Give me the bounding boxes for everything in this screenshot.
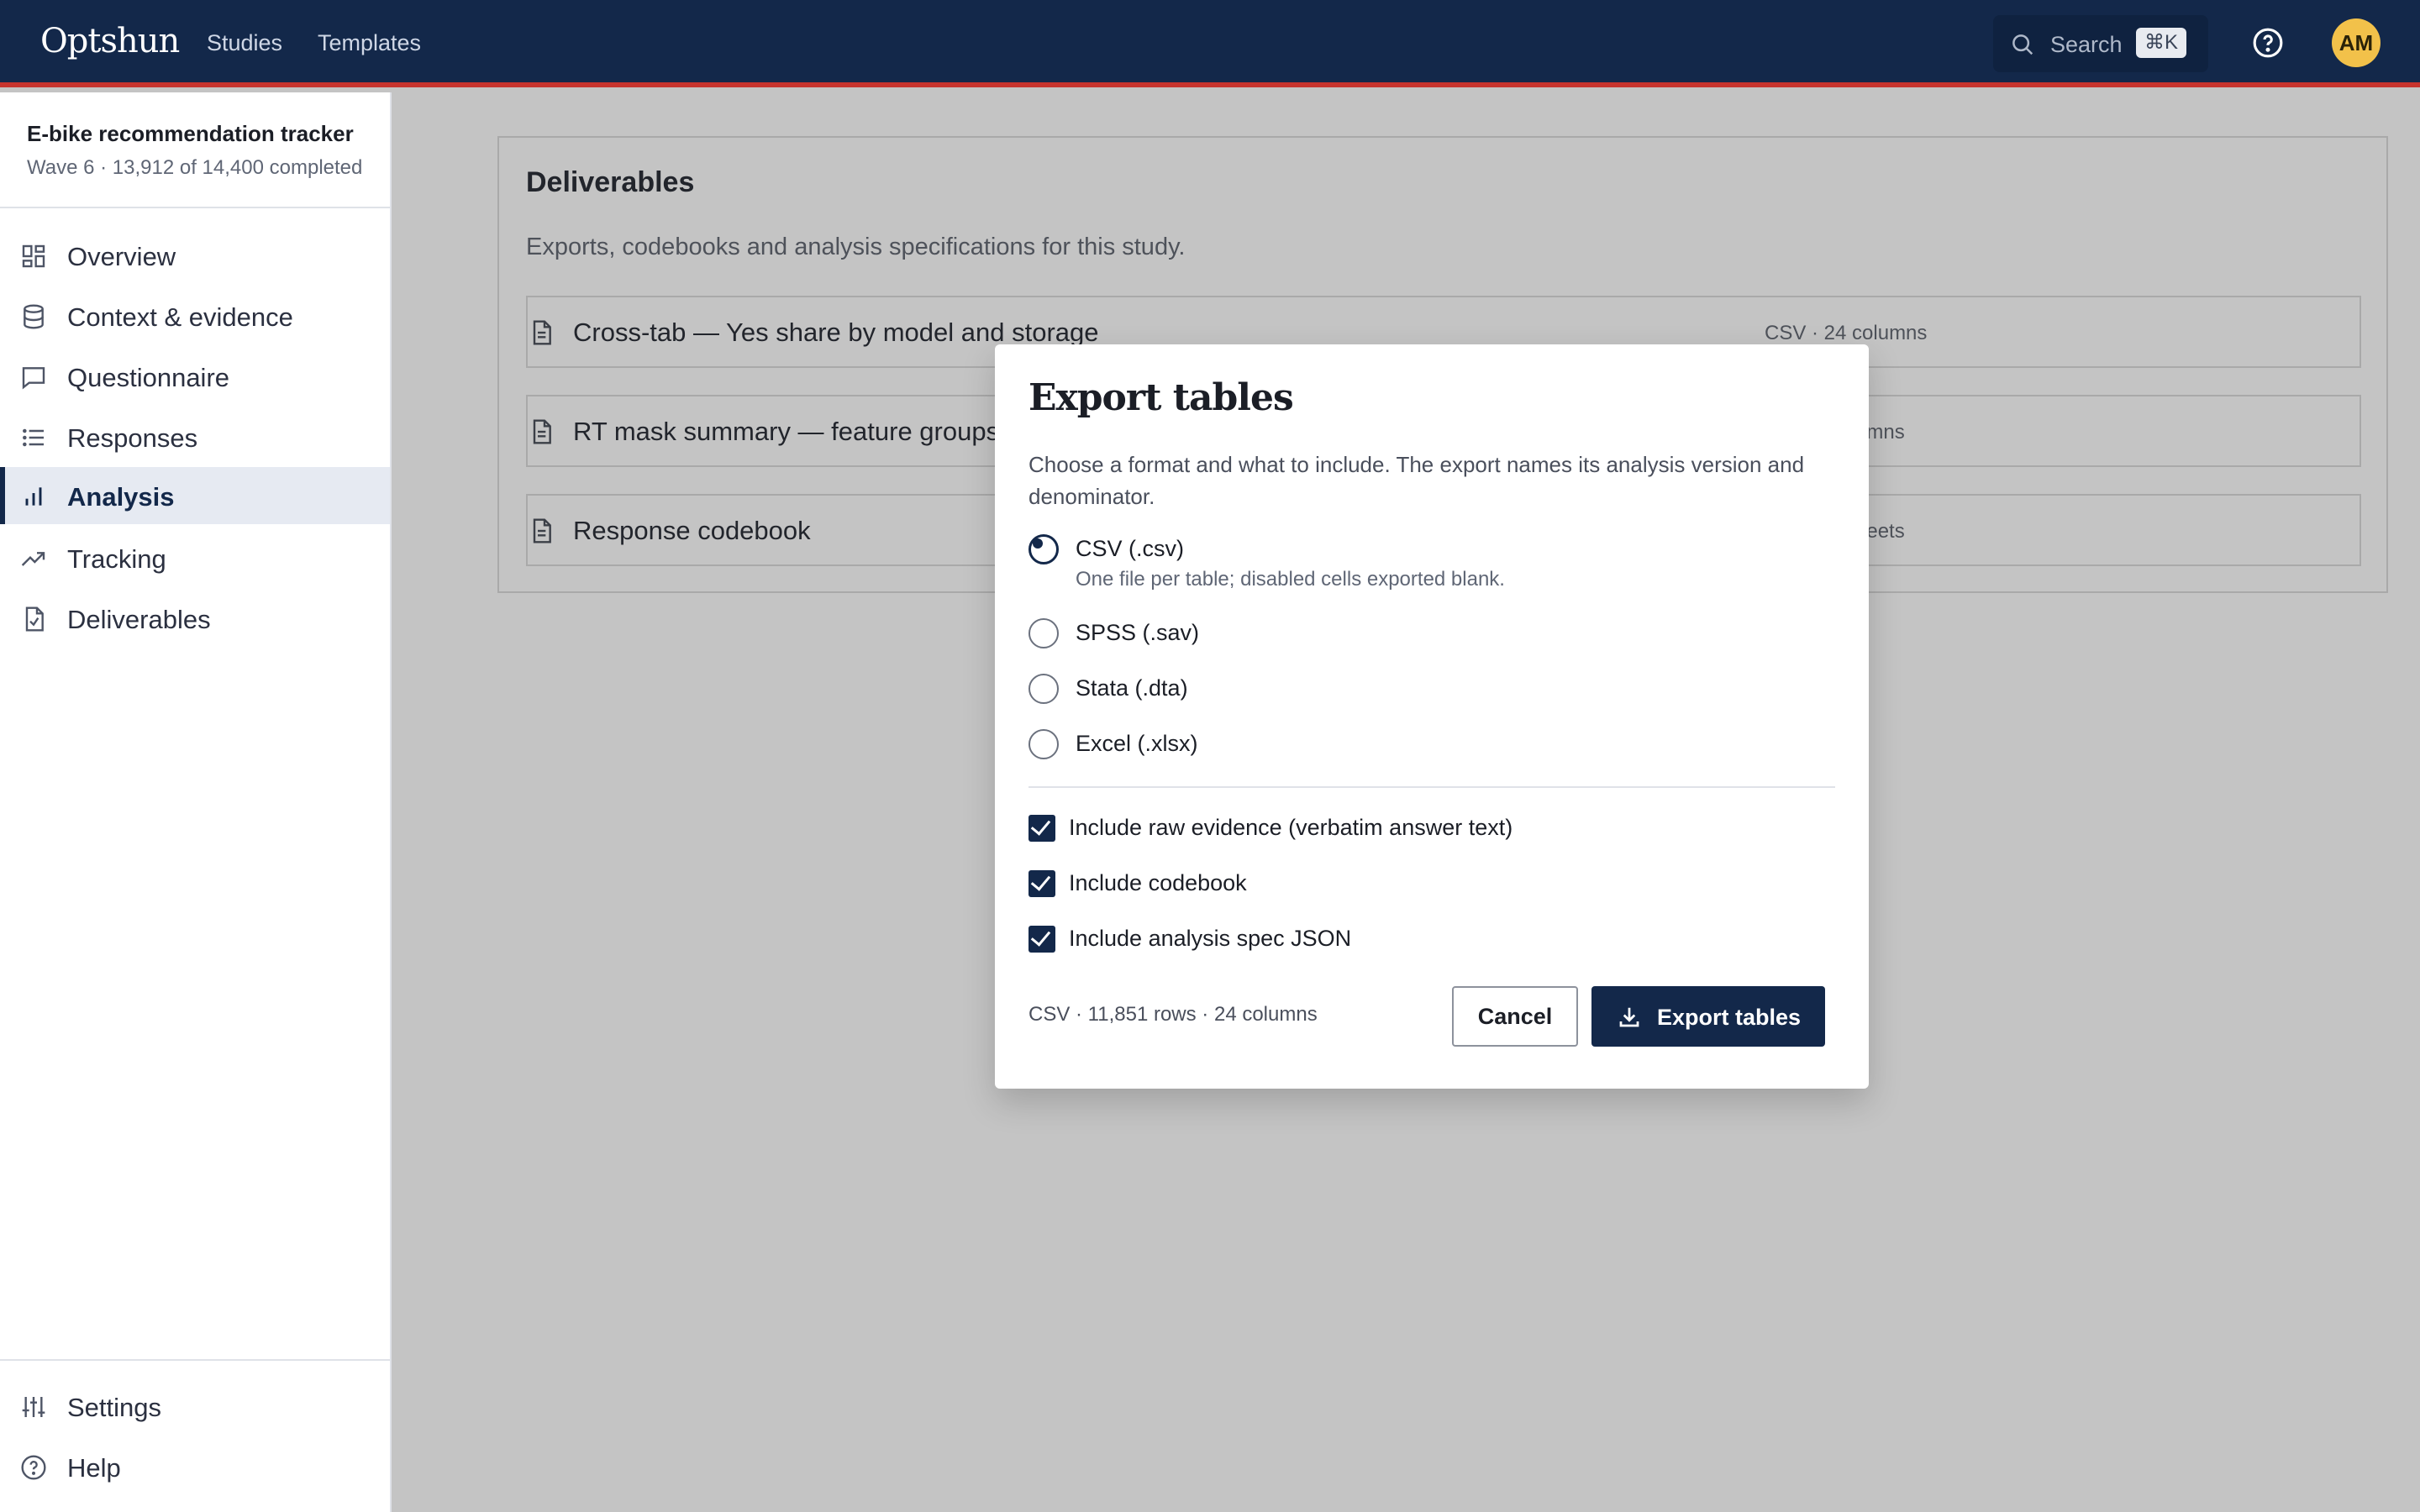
download-icon — [1619, 1007, 1639, 1027]
deliverable-name: RT mask summary — feature groups — [573, 417, 1000, 446]
search-label: Search — [2050, 32, 2123, 57]
search-button[interactable]: Search ⌘K — [1993, 15, 2208, 72]
sidebar-item-label: Questionnaire — [67, 363, 230, 392]
format-hint: One file per table; disabled cells expor… — [1076, 568, 1505, 591]
sidebar: E-bike recommendation tracker Wave 6 · 1… — [0, 92, 392, 1512]
trending-up-icon — [21, 552, 45, 566]
brand-logo[interactable]: Optshun — [40, 22, 180, 60]
sidebar-item-label: Analysis — [67, 482, 175, 512]
cancel-button[interactable]: Cancel — [1452, 986, 1578, 1047]
sidebar-item-overview[interactable]: Overview — [0, 227, 390, 284]
checkbox[interactable] — [1028, 926, 1055, 953]
sidebar-divider — [0, 1359, 390, 1361]
file-text-icon — [533, 419, 551, 444]
message-icon — [22, 367, 45, 390]
format-label: Excel (.xlsx) — [1076, 731, 1198, 756]
study-title: E-bike recommendation tracker — [27, 121, 354, 146]
sliders-icon — [22, 1397, 45, 1417]
page-title: Deliverables — [526, 166, 695, 198]
sidebar-divider — [0, 207, 390, 208]
sidebar-item-label: Overview — [67, 242, 176, 271]
radio-button[interactable] — [1028, 729, 1059, 759]
deliverable-name: Response codebook — [573, 516, 811, 545]
radio-button[interactable] — [1028, 618, 1059, 648]
sidebar-item-label: Settings — [67, 1393, 162, 1422]
sidebar-item-responses[interactable]: Responses — [0, 408, 390, 465]
nav-studies[interactable]: Studies — [207, 30, 282, 56]
list-icon — [23, 428, 44, 447]
help-circle-icon — [21, 1455, 46, 1480]
study-subtitle: Wave 6 · 13,912 of 14,400 completed — [27, 156, 363, 179]
dialog-title: Export tables — [1028, 376, 1294, 419]
file-text-icon — [533, 320, 551, 345]
bar-chart-icon — [25, 487, 42, 506]
format-label: CSV (.csv) — [1076, 536, 1185, 561]
checkbox[interactable] — [1028, 870, 1055, 897]
sidebar-item-label: Help — [67, 1453, 121, 1483]
grid-icon — [22, 244, 45, 268]
format-label: SPSS (.sav) — [1076, 620, 1200, 645]
sidebar-item-label: Deliverables — [67, 605, 211, 634]
sidebar-item-help[interactable]: Help — [0, 1438, 390, 1495]
radio-button[interactable] — [1028, 534, 1059, 564]
option-label: Include codebook — [1069, 870, 1247, 895]
page-subtitle: Exports, codebooks and analysis specific… — [526, 234, 1186, 260]
top-bar: Optshun Studies Templates Search ⌘K AM — [0, 0, 2420, 87]
sidebar-item-questionnaire[interactable]: Questionnaire — [0, 348, 390, 405]
avatar[interactable]: AM — [2332, 18, 2381, 67]
sidebar-item-tracking[interactable]: Tracking — [0, 529, 390, 586]
search-shortcut: ⌘K — [2136, 28, 2187, 58]
export-summary: CSV · 11,851 rows · 24 columns — [1028, 1003, 1318, 1026]
sidebar-item-label: Responses — [67, 423, 198, 453]
option-label: Include analysis spec JSON — [1069, 926, 1352, 951]
export-dialog: Export tables Choose a format and what t… — [995, 344, 1869, 1089]
sidebar-item-deliverables[interactable]: Deliverables — [0, 590, 390, 647]
file-text-icon — [533, 518, 551, 543]
deliverable-meta: CSV · 24 columns — [1765, 322, 1928, 344]
file-check-icon — [25, 606, 44, 632]
search-icon — [2012, 34, 2033, 55]
radio-button[interactable] — [1028, 674, 1059, 704]
option-label: Include raw evidence (verbatim answer te… — [1069, 815, 1513, 840]
format-label: Stata (.dta) — [1076, 675, 1188, 701]
sidebar-item-label: Tracking — [67, 544, 166, 574]
nav-templates[interactable]: Templates — [318, 30, 421, 56]
export-button[interactable]: Export tables — [1591, 986, 1825, 1047]
checkbox[interactable] — [1028, 815, 1055, 842]
export-button-label: Export tables — [1657, 1005, 1802, 1030]
sidebar-item-label: Context & evidence — [67, 302, 293, 332]
help-icon[interactable] — [2252, 27, 2284, 59]
deliverable-name: Cross-tab — Yes share by model and stora… — [573, 318, 1099, 347]
sidebar-item-analysis[interactable]: Analysis — [0, 467, 390, 524]
database-icon — [24, 304, 44, 329]
sidebar-item-settings[interactable]: Settings — [0, 1378, 390, 1435]
dialog-divider — [1028, 786, 1835, 788]
dialog-description: Choose a format and what to include. The… — [1028, 452, 1805, 509]
sidebar-item-context[interactable]: Context & evidence — [0, 287, 390, 344]
